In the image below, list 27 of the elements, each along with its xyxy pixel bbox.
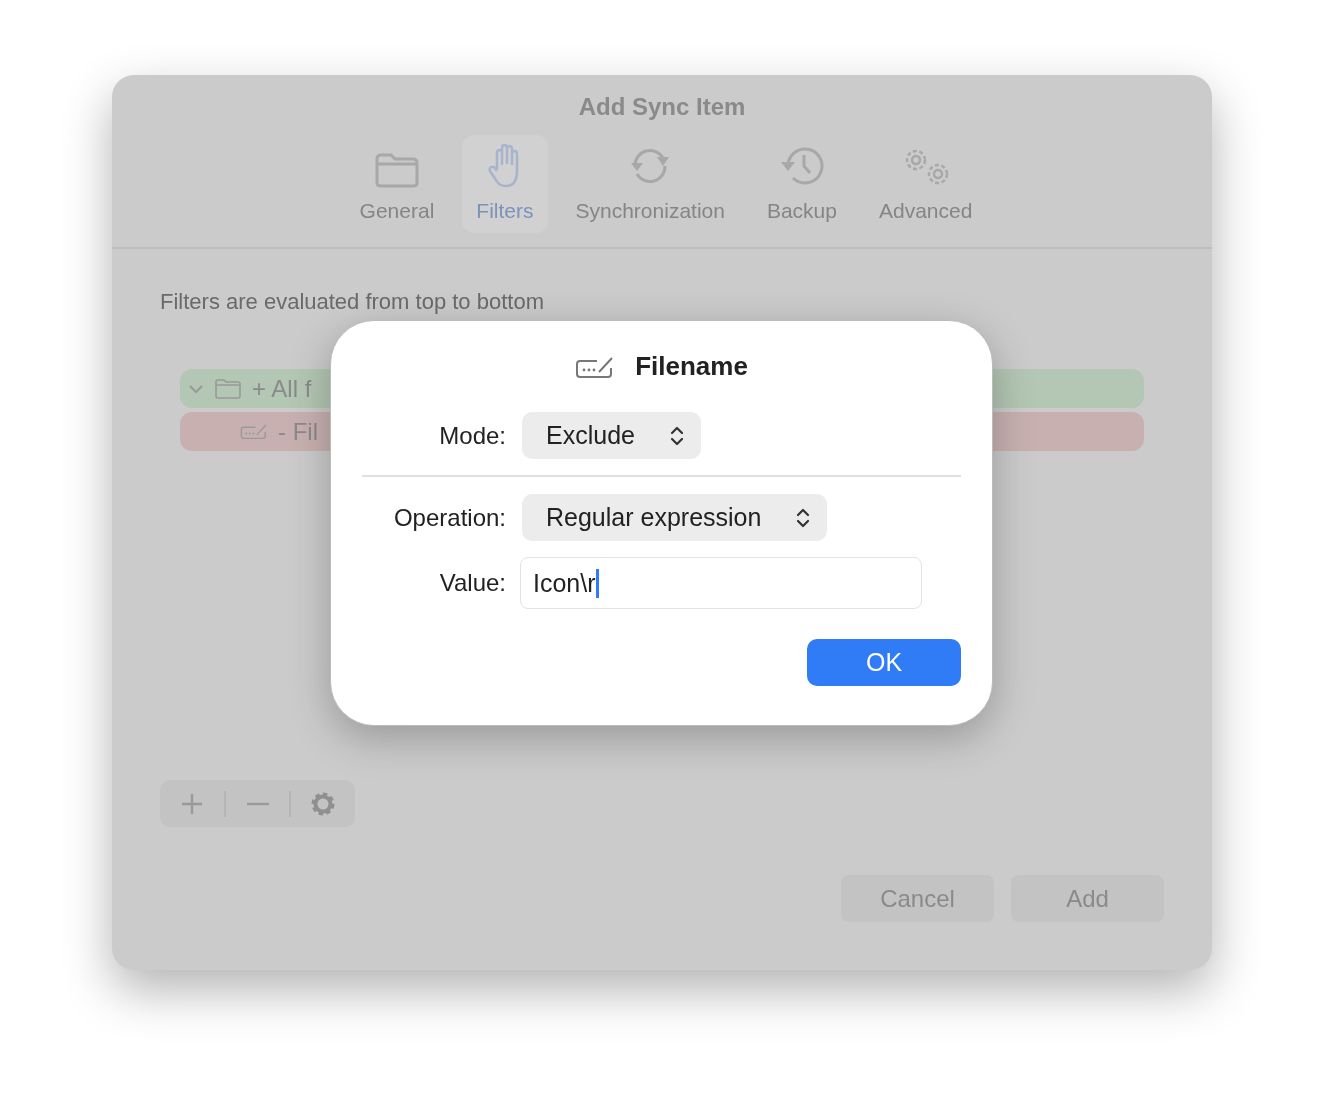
filter-label: + All f [252,374,312,403]
toolbar-tab[interactable]: General [345,135,449,233]
operation-popup[interactable]: Regular expression [522,494,828,541]
window-title: Add Sync Item [578,93,746,121]
plus-icon[interactable] [179,791,204,816]
dialog-button[interactable]: Add [1011,875,1164,922]
updown-chevron-icon [668,424,685,447]
toolbar-tab[interactable]: Backup [752,135,851,233]
value-label: Value: [438,569,506,597]
operation-label: Operation: [392,503,506,532]
mode-label: Mode: [438,421,506,450]
updown-chevron-icon [795,506,812,529]
value-field[interactable]: Icon\r [520,557,922,609]
dialog-button[interactable]: Cancel [841,875,994,922]
folder-icon [373,151,420,189]
filter-label: - Fil [278,417,318,446]
ok-button[interactable]: OK [807,639,961,686]
mode-popup[interactable]: Exclude [522,412,701,459]
minus-icon[interactable] [245,801,270,806]
toolbar-tab[interactable]: Synchronization [561,135,739,233]
sheet-title: Filename [635,351,748,382]
filename-icon [240,423,268,440]
toolbar-tab[interactable]: Filters [462,135,548,233]
toolbar-tab[interactable]: Advanced [864,135,987,233]
folder-icon [214,377,242,400]
description-text: Filters are evaluated from top to bottom [160,289,545,315]
chevron-down-icon[interactable] [188,382,204,395]
